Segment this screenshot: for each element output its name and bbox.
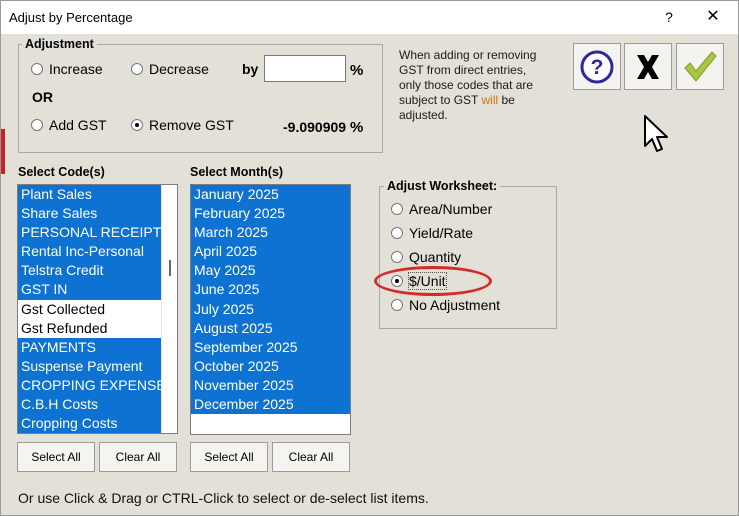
worksheet-option-label: Yield/Rate xyxy=(409,225,474,241)
percentage-input[interactable] xyxy=(264,55,346,82)
list-item[interactable]: CROPPING EXPENSES xyxy=(18,375,175,396)
codes-clear-all-button[interactable]: Clear All xyxy=(99,442,177,472)
adjustment-group-label: Adjustment xyxy=(22,37,97,51)
percent-sign: % xyxy=(350,62,364,79)
list-item[interactable]: July 2025 xyxy=(191,299,350,319)
or-label: OR xyxy=(32,89,53,105)
list-item[interactable]: January 2025 xyxy=(191,185,350,205)
codes-list[interactable]: Plant Sales Share Sales PERSONAL RECEIPT… xyxy=(17,184,178,434)
list-item[interactable]: September 2025 xyxy=(191,337,350,357)
ok-button[interactable] xyxy=(676,43,724,90)
list-item[interactable]: December 2025 xyxy=(191,395,350,415)
months-clear-all-button[interactable]: Clear All xyxy=(272,442,350,472)
list-item[interactable]: Gst Refunded xyxy=(18,319,161,338)
radio-dot xyxy=(391,203,403,215)
worksheet-option-area-number[interactable]: Area/Number xyxy=(391,201,492,217)
list-item[interactable]: October 2025 xyxy=(191,356,350,376)
title-bar: Adjust by Percentage ? ✕ xyxy=(1,1,738,34)
help-button[interactable]: ? xyxy=(573,43,621,90)
list-item[interactable]: February 2025 xyxy=(191,204,350,224)
info-text-part1: When adding or removing GST from direct … xyxy=(399,48,537,107)
list-item[interactable]: Plant Sales xyxy=(18,185,161,205)
add-gst-radio[interactable]: Add GST xyxy=(31,117,107,133)
list-item[interactable]: PAYMENTS xyxy=(18,337,161,357)
by-label: by xyxy=(242,61,259,77)
list-item[interactable]: Suspense Payment xyxy=(18,356,161,376)
title-close-button[interactable]: ✕ xyxy=(701,6,725,28)
checkmark-icon xyxy=(684,50,717,82)
months-select-all-button[interactable]: Select All xyxy=(190,442,268,472)
x-icon xyxy=(637,54,659,79)
question-circle-icon: ? xyxy=(580,50,614,83)
gst-info-text: When adding or removing GST from direct … xyxy=(399,48,549,123)
adjust-by-percentage-dialog: Adjust by Percentage ? ✕ Adjustment Incr… xyxy=(0,0,739,516)
list-item[interactable]: March 2025 xyxy=(191,223,350,243)
increase-label: Increase xyxy=(49,61,103,77)
footer-hint: Or use Click & Drag or CTRL-Click to sel… xyxy=(18,490,429,506)
add-gst-label: Add GST xyxy=(49,117,107,133)
worksheet-option-no-adjustment[interactable]: No Adjustment xyxy=(391,297,500,313)
remove-gst-label: Remove GST xyxy=(149,117,234,133)
codes-select-all-button[interactable]: Select All xyxy=(17,442,95,472)
radio-dot xyxy=(391,251,403,263)
increase-radio[interactable]: Increase xyxy=(31,61,103,77)
annotation-highlight-ring xyxy=(374,266,492,296)
list-item[interactable]: April 2025 xyxy=(191,242,350,262)
list-item[interactable]: Cropping Costs xyxy=(18,414,161,433)
decrease-label: Decrease xyxy=(149,61,209,77)
worksheet-option-yield-rate[interactable]: Yield/Rate xyxy=(391,225,473,241)
list-item[interactable]: C.B.H Costs xyxy=(18,395,161,415)
radio-dot xyxy=(31,119,43,131)
worksheet-option-label: Quantity xyxy=(409,249,462,265)
list-item[interactable]: August 2025 xyxy=(191,318,350,338)
codes-scrollbar[interactable] xyxy=(161,185,177,433)
remove-gst-radio[interactable]: Remove GST xyxy=(131,117,234,133)
radio-dot-selected xyxy=(131,119,143,131)
background-sheet-strip xyxy=(1,129,5,174)
worksheet-option-quantity[interactable]: Quantity xyxy=(391,249,461,265)
scrollbar-thumb[interactable] xyxy=(169,260,171,276)
info-text-highlight: will xyxy=(481,93,499,107)
cancel-button[interactable] xyxy=(624,43,672,90)
window-title: Adjust by Percentage xyxy=(9,10,133,25)
gst-value: -9.090909 xyxy=(283,119,347,135)
list-item[interactable]: Share Sales xyxy=(18,204,161,224)
radio-dot xyxy=(31,63,43,75)
radio-dot xyxy=(131,63,143,75)
select-months-label: Select Month(s) xyxy=(190,165,284,179)
list-item[interactable]: Gst Collected xyxy=(18,300,161,319)
months-list[interactable]: January 2025 February 2025 March 2025 Ap… xyxy=(190,184,351,435)
gst-percent-sign: % xyxy=(350,119,364,136)
list-item[interactable]: November 2025 xyxy=(191,375,350,396)
list-item[interactable]: Rental Inc-Personal xyxy=(18,242,161,262)
radio-dot xyxy=(391,299,403,311)
adjust-worksheet-group-label: Adjust Worksheet: xyxy=(384,179,501,193)
list-item[interactable]: GST IN xyxy=(18,280,161,300)
mouse-pointer-icon xyxy=(644,115,668,152)
codes-list-rows: Plant Sales Share Sales PERSONAL RECEIPT… xyxy=(18,185,175,433)
worksheet-option-label: Area/Number xyxy=(409,201,493,217)
title-help-button[interactable]: ? xyxy=(658,6,680,28)
worksheet-option-label: No Adjustment xyxy=(409,297,501,313)
decrease-radio[interactable]: Decrease xyxy=(131,61,209,77)
list-item[interactable]: June 2025 xyxy=(191,280,350,300)
svg-text:?: ? xyxy=(591,56,604,79)
list-item[interactable]: PERSONAL RECEIPTS xyxy=(18,223,171,243)
select-codes-label: Select Code(s) xyxy=(18,165,105,179)
list-item[interactable]: May 2025 xyxy=(191,261,350,281)
list-item[interactable]: Telstra Credit xyxy=(18,261,161,281)
radio-dot xyxy=(391,227,403,239)
